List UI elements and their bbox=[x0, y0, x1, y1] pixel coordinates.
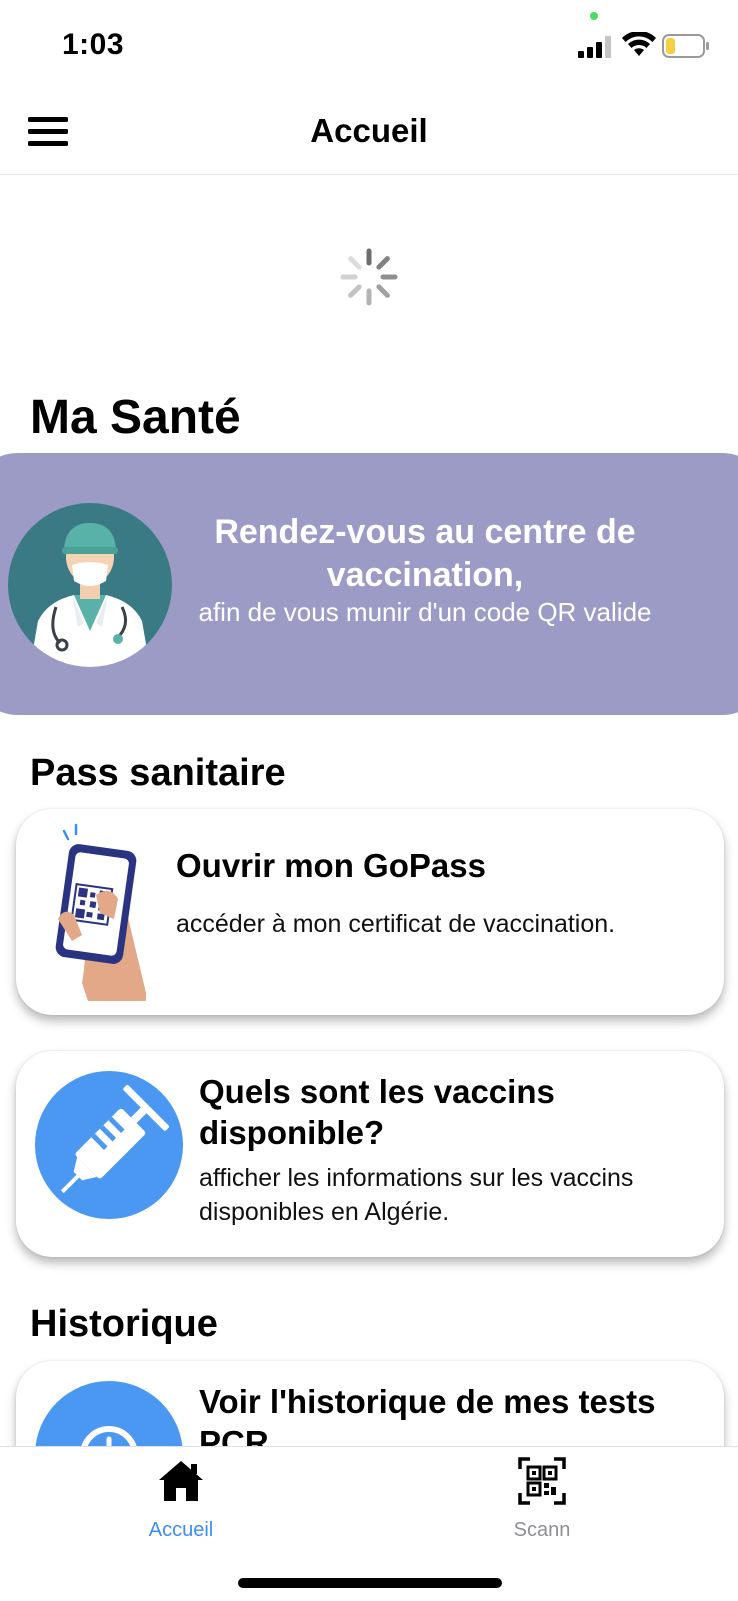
section-title-pass: Pass sanitaire bbox=[30, 752, 286, 794]
vaccination-banner: Rendez-vous au centre de vaccination, af… bbox=[0, 453, 738, 715]
doctor-avatar-icon bbox=[8, 503, 172, 667]
wifi-icon bbox=[622, 32, 656, 56]
privacy-indicator-dot bbox=[590, 12, 598, 20]
home-icon bbox=[159, 1461, 203, 1501]
status-bar: 1:03 bbox=[0, 0, 738, 90]
banner-subtitle: afin de vous munir d'un code QR valide bbox=[198, 597, 652, 627]
section-title-health: Ma Santé bbox=[30, 391, 241, 444]
loading-spinner-icon bbox=[340, 248, 398, 306]
tab-label-scann: Scann bbox=[513, 1519, 571, 1541]
gopass-card-subtitle: accéder à mon certificat de vaccination. bbox=[176, 910, 616, 938]
section-title-history: Historique bbox=[30, 1303, 218, 1345]
home-indicator[interactable] bbox=[238, 1578, 502, 1588]
banner-title: Rendez-vous au centre de vaccination, bbox=[214, 513, 636, 594]
tab-scann[interactable]: Scann bbox=[462, 1457, 622, 1542]
available-vaccines-card[interactable]: Quels sont les vaccins disponible? affic… bbox=[16, 1051, 724, 1257]
gopass-card-title: Ouvrir mon GoPass bbox=[176, 847, 486, 884]
battery-icon bbox=[662, 34, 709, 58]
syringe-circle bbox=[35, 1071, 183, 1219]
status-time: 1:03 bbox=[62, 28, 125, 61]
tab-accueil[interactable]: Accueil bbox=[101, 1457, 261, 1542]
vaccines-card-subtitle: afficher les informations sur les vaccin… bbox=[199, 1164, 634, 1226]
vaccines-card-title: Quels sont les vaccins disponible? bbox=[199, 1073, 555, 1151]
page-title: Accueil bbox=[310, 112, 428, 149]
syringe-icon bbox=[60, 1085, 169, 1194]
cellular-signal-icon bbox=[578, 36, 611, 58]
phone-qr-illustration-icon bbox=[55, 823, 146, 1001]
tab-label-accueil: Accueil bbox=[148, 1519, 214, 1541]
open-gopass-card[interactable]: Ouvrir mon GoPass accéder à mon certific… bbox=[16, 809, 724, 1015]
navigation-bar: Accueil bbox=[0, 90, 738, 175]
qr-scan-icon bbox=[518, 1457, 566, 1505]
